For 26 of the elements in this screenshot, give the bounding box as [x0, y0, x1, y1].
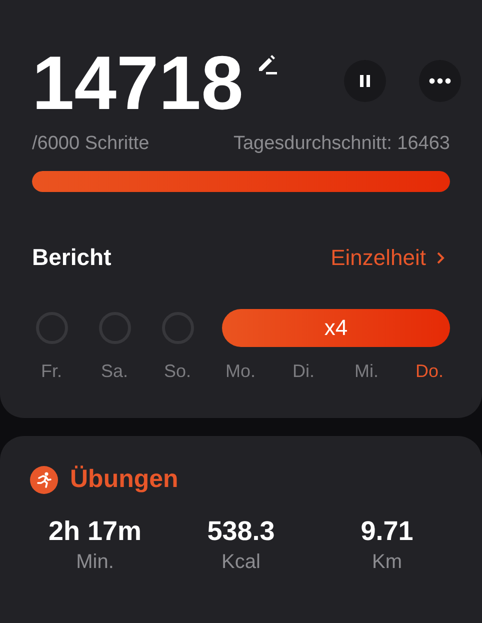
pause-icon	[358, 74, 372, 88]
streak-bar: x4	[222, 309, 450, 347]
day-label: Fr.	[41, 361, 62, 382]
stat-value: 2h 17m	[48, 516, 142, 547]
day-label: So.	[164, 361, 192, 382]
section-title: Übungen	[70, 465, 178, 494]
day-label: Do.	[415, 361, 444, 382]
pause-button[interactable]	[344, 60, 386, 102]
day-label: Sa.	[100, 361, 128, 382]
step-count: 14718	[32, 46, 244, 122]
stat-unit: Kcal	[222, 551, 260, 574]
step-goal: /6000 Schritte	[32, 133, 150, 155]
day-label: Di.	[292, 361, 314, 382]
stat-unit: Km	[372, 551, 402, 574]
daily-average: Tagesdurchschnitt: 16463	[233, 133, 450, 155]
detail-link[interactable]: Einzelheit	[330, 244, 446, 270]
runner-icon	[30, 466, 58, 494]
stat-value: 538.3	[207, 516, 275, 547]
stat-unit: Min.	[76, 551, 114, 574]
chevron-right-icon	[436, 250, 446, 264]
more-button[interactable]	[419, 60, 461, 102]
stat-value: 9.71	[360, 516, 414, 547]
day-label: Mi.	[354, 361, 378, 382]
day-label: Mo.	[225, 361, 256, 382]
section-title: Bericht	[32, 244, 112, 271]
more-icon	[429, 78, 451, 84]
